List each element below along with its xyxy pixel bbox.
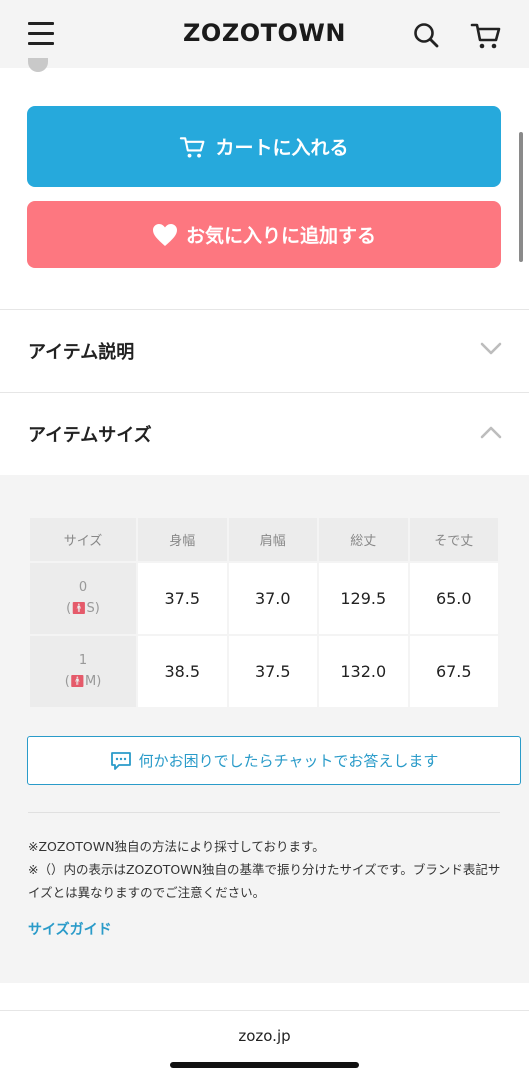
size-cell: 1 (🚹︎M) [28,634,138,709]
table-cell: 38.5 [136,634,229,709]
table-header: サイズ [28,516,138,563]
scrollbar[interactable] [519,132,523,262]
browser-address-bar[interactable]: zozo.jp [0,1010,529,1080]
chat-bubble-icon [110,751,131,770]
size-label: (🚹︎M) [64,674,102,689]
chevron-down-icon [480,342,502,355]
person-icon: 🚹︎ [71,601,87,615]
search-icon[interactable] [412,21,440,49]
table-row: 1 (🚹︎M) 38.5 37.5 132.0 67.5 [28,634,500,709]
accordion-label: アイテム説明 [28,342,135,363]
url-text: zozo.jp [238,1027,291,1045]
accordion-item-description[interactable]: アイテム説明 [0,309,529,391]
table-header-row: サイズ 身幅 肩幅 総丈 そで丈 [28,516,500,563]
partial-radio-icon [28,58,48,72]
add-to-favorites-button[interactable]: お気に入りに追加する [27,201,501,268]
size-guide-link[interactable]: サイズガイド [28,919,112,939]
table-cell: 132.0 [317,634,410,709]
size-notes: ※ZOZOTOWN独自の方法により採寸しております。 ※（）内の表示はZOZOT… [28,835,508,904]
zozotown-logo[interactable]: ZOZOTOWN [0,19,529,47]
app-header: ZOZOTOWN [0,0,529,68]
table-cell: 65.0 [407,561,500,636]
table-cell: 37.5 [136,561,229,636]
size-table: サイズ 身幅 肩幅 総丈 そで丈 0 (🚹︎S) 37.5 37.0 129.5… [28,516,500,709]
divider [28,812,500,813]
accordion-item-size[interactable]: アイテムサイズ [0,392,529,475]
note-line: ※（）内の表示はZOZOTOWN独自の基準で振り分けたサイズです。ブランド表記サ… [28,862,501,900]
size-panel: サイズ 身幅 肩幅 総丈 そで丈 0 (🚹︎S) 37.5 37.0 129.5… [0,475,529,983]
size-label: (🚹︎S) [66,601,100,616]
size-number: 1 [78,653,88,668]
size-cell: 0 (🚹︎S) [28,561,138,636]
person-icon: 🚹︎ [69,674,85,688]
home-indicator[interactable] [170,1062,359,1068]
table-cell: 129.5 [317,561,410,636]
table-cell: 67.5 [407,634,500,709]
cart-icon [180,136,205,158]
table-header: 肩幅 [226,516,319,563]
accordion-label: アイテムサイズ [28,425,152,446]
table-header: 総丈 [317,516,410,563]
size-number: 0 [78,580,88,595]
add-to-cart-button[interactable]: カートに入れる [27,106,501,187]
chevron-up-icon [480,426,502,439]
note-line: ※ZOZOTOWN独自の方法により採寸しております。 [28,839,325,854]
add-to-cart-label: カートに入れる [215,137,349,159]
heart-icon [152,223,177,246]
table-header: そで丈 [407,516,500,563]
table-row: 0 (🚹︎S) 37.5 37.0 129.5 65.0 [28,561,500,636]
table-cell: 37.5 [226,634,319,709]
table-header: 身幅 [136,516,229,563]
table-cell: 37.0 [226,561,319,636]
cart-icon[interactable] [470,19,502,51]
chat-support-label: 何かお困りでしたらチャットでお答えします [138,752,439,770]
add-to-favorites-label: お気に入りに追加する [185,225,376,247]
chat-support-button[interactable]: 何かお困りでしたらチャットでお答えします [27,736,521,785]
